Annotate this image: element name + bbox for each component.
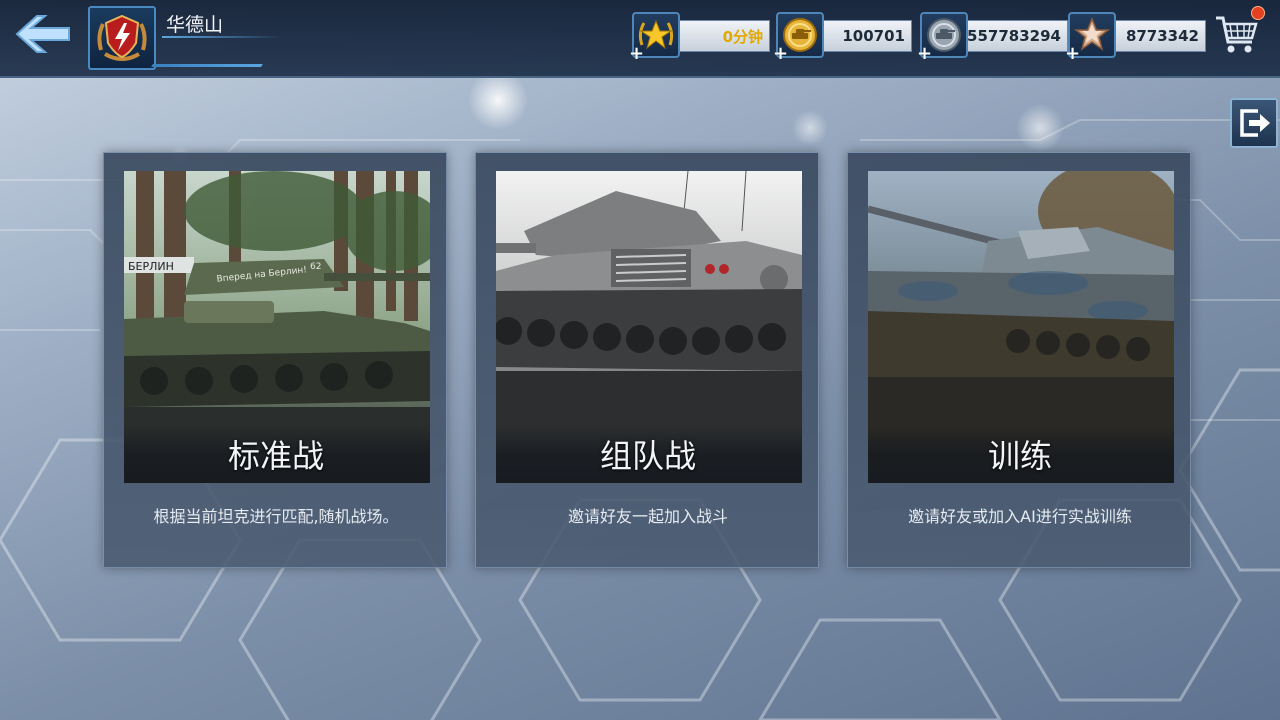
divider <box>151 64 263 67</box>
mode-description: 根据当前坦克进行匹配,随机战场。 <box>153 507 399 526</box>
player-name: 华德山 <box>166 14 224 36</box>
add-silver-button[interactable]: + <box>917 45 932 63</box>
exit-button[interactable] <box>1230 98 1278 148</box>
shop-notification-dot <box>1251 6 1265 20</box>
mode-card-team-battle[interactable]: 组队战 邀请好友一起加入战斗 <box>475 152 819 568</box>
mode-title: 组队战 <box>599 437 696 475</box>
back-button[interactable] <box>8 8 78 60</box>
mode-description: 邀请好友或加入AI进行实战训练 <box>908 507 1132 526</box>
mode-card-standard-battle[interactable]: БЕРЛИН Вперед на Берлин! 62 标准战 根据当前坦克进行… <box>103 152 447 568</box>
gold-value: 100701 <box>822 20 912 52</box>
experience-value: 8773342 <box>1114 20 1206 52</box>
mode-description: 邀请好友一起加入战斗 <box>567 507 728 526</box>
player-profile[interactable]: 华德山 <box>88 6 283 70</box>
tank-number-text: 62 <box>310 262 321 272</box>
mode-title: 训练 <box>987 437 1052 475</box>
mode-title: 标准战 <box>227 437 324 475</box>
mode-card-training[interactable]: 训练 邀请好友或加入AI进行实战训练 <box>847 152 1191 568</box>
add-gold-button[interactable]: + <box>773 45 788 63</box>
lightning-rank-emblem-icon <box>97 14 147 61</box>
add-premium-time-button[interactable]: + <box>629 45 644 63</box>
rank-emblem <box>88 6 156 70</box>
divider <box>162 36 282 38</box>
back-arrow-icon <box>15 15 70 53</box>
add-experience-button[interactable]: + <box>1065 45 1080 63</box>
exit-door-icon <box>1240 109 1270 137</box>
premium-time-value: 0分钟 <box>678 20 770 52</box>
top-bar: 华德山 0分钟 + 100701 + 3557783294 + 8773342 … <box>0 0 1280 78</box>
silver-value: 3557783294 <box>957 20 1068 52</box>
berlin-sign-text: БЕРЛИН <box>128 260 174 273</box>
